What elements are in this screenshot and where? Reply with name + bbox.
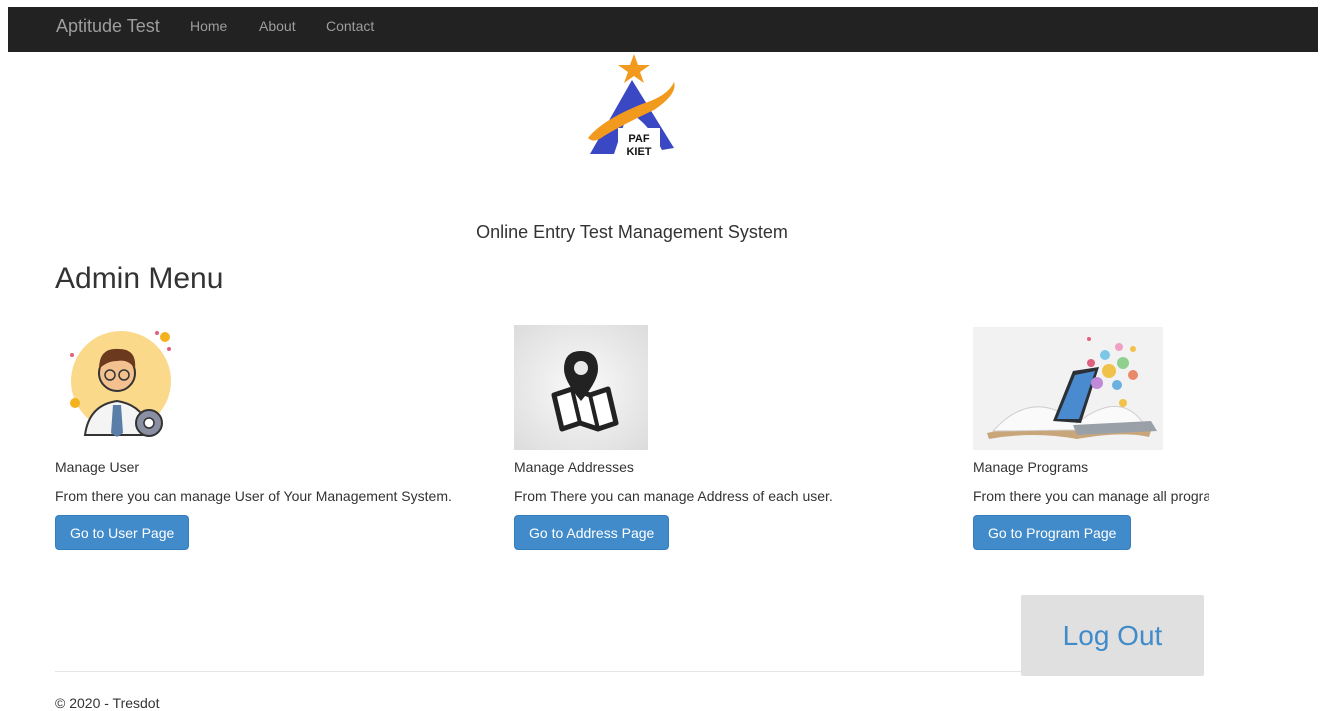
card-title: Manage User — [55, 459, 140, 475]
top-navbar: Aptitude Test Home About Contact — [8, 7, 1318, 52]
brand-link[interactable]: Aptitude Test — [56, 16, 160, 37]
svg-text:KIET: KIET — [626, 146, 651, 158]
card-title: Manage Programs — [973, 459, 1089, 475]
system-subtitle: Online Entry Test Management System — [476, 222, 788, 242]
footer-divider — [55, 671, 1021, 672]
card-description: From There you can manage Address of eac… — [514, 488, 833, 504]
card-description: From there you can manage all progra — [973, 488, 1209, 504]
user-admin-illustration-icon — [55, 325, 185, 450]
map-pin-illustration-icon — [514, 325, 648, 455]
nav-about-link[interactable]: About — [259, 18, 296, 34]
page-title: Admin Menu — [55, 262, 224, 295]
nav-contact-link[interactable]: Contact — [326, 18, 374, 34]
manage-addresses-card: Manage Addresses From There you can mana… — [514, 325, 934, 551]
go-to-user-page-button[interactable]: Go to User Page — [55, 515, 190, 550]
logout-button[interactable]: Log Out — [1021, 595, 1204, 676]
nav-home-link[interactable]: Home — [190, 18, 227, 34]
paf-kiet-logo: PAF KIET — [584, 52, 680, 162]
go-to-address-page-button[interactable]: Go to Address Page — [514, 515, 670, 550]
card-description: From there you can manage User of Your M… — [55, 488, 452, 504]
card-title: Manage Addresses — [514, 459, 634, 475]
go-to-program-page-button[interactable]: Go to Program Page — [973, 515, 1132, 550]
manage-programs-card: Manage Programs From there you can manag… — [973, 325, 1213, 551]
laptop-book-illustration-icon — [973, 327, 1163, 455]
manage-user-card: Manage User From there you can manage Us… — [55, 325, 475, 551]
svg-text:PAF: PAF — [628, 133, 649, 145]
